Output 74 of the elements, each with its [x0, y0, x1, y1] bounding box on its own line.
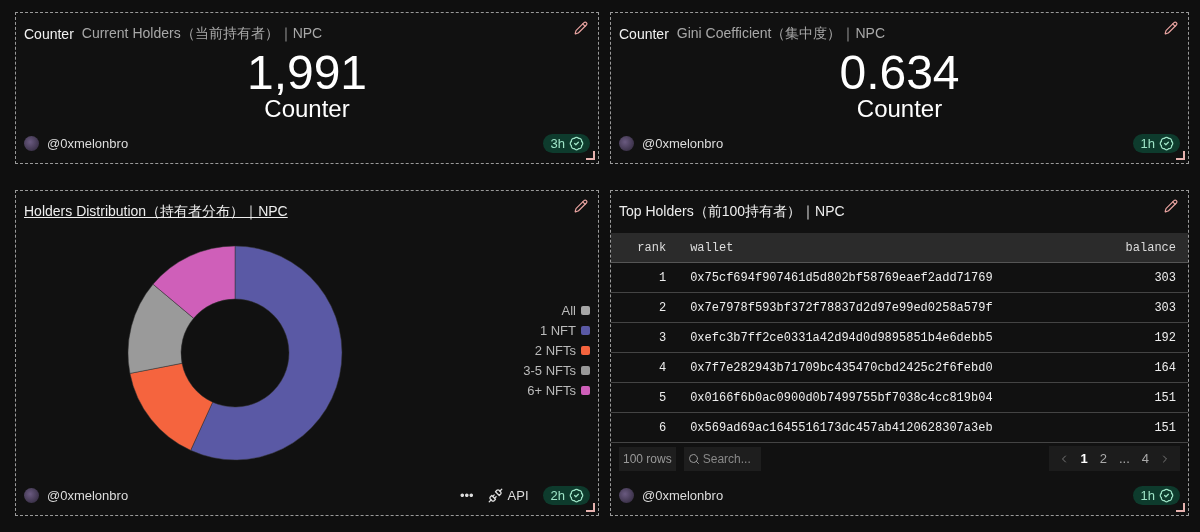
table-cell: 0x7e7978f593bf372f78837d2d97e99ed0258a579f	[678, 292, 1094, 323]
card-title[interactable]: Holders Distribution（持有者分布）｜NPC	[24, 203, 288, 221]
column-header[interactable]: wallet	[678, 233, 1094, 263]
freshness-badge: 1h	[1132, 485, 1180, 505]
page-button[interactable]: 2	[1094, 449, 1112, 468]
table-cell: 0x75cf694f907461d5d802bf58769eaef2add71769	[678, 262, 1094, 293]
edit-button[interactable]	[574, 199, 588, 213]
legend-item[interactable]: All	[561, 303, 590, 318]
pencil-icon	[574, 199, 588, 213]
column-header[interactable]: balance	[1093, 233, 1188, 263]
table-cell: 1	[611, 262, 679, 293]
author-name[interactable]: @0xmelonbro	[47, 487, 129, 503]
table-cell: 303	[1093, 292, 1188, 323]
author-name[interactable]: @0xmelonbro	[642, 487, 724, 503]
counter-value: 0.634	[839, 48, 960, 97]
resize-handle[interactable]	[586, 503, 595, 512]
table-cell: 0x569ad69ac1645516173dc457ab4120628307a3eb	[678, 412, 1094, 443]
avatar	[24, 487, 39, 503]
table-cell: 4	[611, 352, 679, 383]
table-cell: 0x7f7e282943b71709bc435470cbd2425c2f6febd0	[678, 352, 1094, 383]
verified-icon	[569, 135, 584, 151]
pencil-icon	[574, 21, 588, 35]
counter-caption: Counter	[856, 96, 943, 121]
edit-button[interactable]	[1164, 21, 1178, 35]
card-title: Current Holders（当前持有者）｜NPC	[81, 25, 323, 43]
freshness-badge: 2h	[542, 485, 590, 505]
table-cell: 2	[611, 292, 679, 323]
resize-handle[interactable]	[1176, 503, 1185, 512]
visualization-type: Counter	[24, 26, 74, 42]
legend-item[interactable]: 6+ NFTs	[527, 383, 590, 398]
search-field[interactable]: Search...	[683, 446, 761, 471]
table-cell: 192	[1093, 322, 1188, 353]
card-title: Top Holders（前100持有者）｜NPC	[619, 203, 845, 221]
counter-caption: Counter	[264, 96, 350, 121]
author-name[interactable]: @0xmelonbro	[642, 135, 724, 151]
page-button[interactable]: ...	[1113, 449, 1135, 468]
table-cell: 0x0166f6b0ac0900d0b7499755bf7038c4cc819b04	[678, 382, 1094, 413]
table-cell: 151	[1093, 412, 1188, 443]
freshness-badge: 3h	[542, 133, 590, 153]
legend-item[interactable]: 2 NFTs	[534, 343, 590, 358]
table-cell: 151	[1093, 382, 1188, 413]
plug-icon	[487, 487, 503, 503]
author-name[interactable]: @0xmelonbro	[47, 135, 129, 151]
counter-value: 1,991	[246, 48, 368, 97]
card-title: Gini Coefficient（集中度）｜NPC	[676, 25, 886, 43]
avatar	[619, 487, 634, 503]
pencil-icon	[1164, 199, 1178, 213]
more-menu[interactable]: •••	[459, 487, 474, 503]
row-count: 100 rows	[619, 446, 676, 471]
legend-item[interactable]: 1 NFT	[539, 323, 590, 338]
edit-button[interactable]	[1164, 199, 1178, 213]
page-button[interactable]: 1	[1075, 449, 1093, 468]
table-cell: 164	[1093, 352, 1188, 383]
table-cell: 0xefc3b7ff2ce0331a42d94d0d9895851b4e6debb5	[678, 322, 1094, 353]
pencil-icon	[1164, 21, 1178, 35]
table-cell: 303	[1093, 262, 1188, 293]
table-cell: 6	[611, 412, 679, 443]
column-header[interactable]: rank	[611, 233, 679, 263]
edit-button[interactable]	[574, 21, 588, 35]
resize-handle[interactable]	[586, 151, 595, 160]
resize-handle[interactable]	[1176, 151, 1185, 160]
legend-item[interactable]: 3-5 NFTs	[523, 363, 590, 378]
verified-icon	[1159, 487, 1174, 503]
visualization-type: Counter	[619, 26, 669, 42]
avatar	[24, 135, 39, 151]
verified-icon	[569, 487, 584, 503]
search-icon	[687, 452, 700, 465]
api-button[interactable]: API	[481, 487, 535, 503]
page-button[interactable]: 4	[1136, 449, 1154, 468]
table-cell: 5	[611, 382, 679, 413]
table-cell: 3	[611, 322, 679, 353]
avatar	[619, 135, 634, 151]
freshness-badge: 1h	[1132, 133, 1180, 153]
verified-icon	[1159, 135, 1174, 151]
